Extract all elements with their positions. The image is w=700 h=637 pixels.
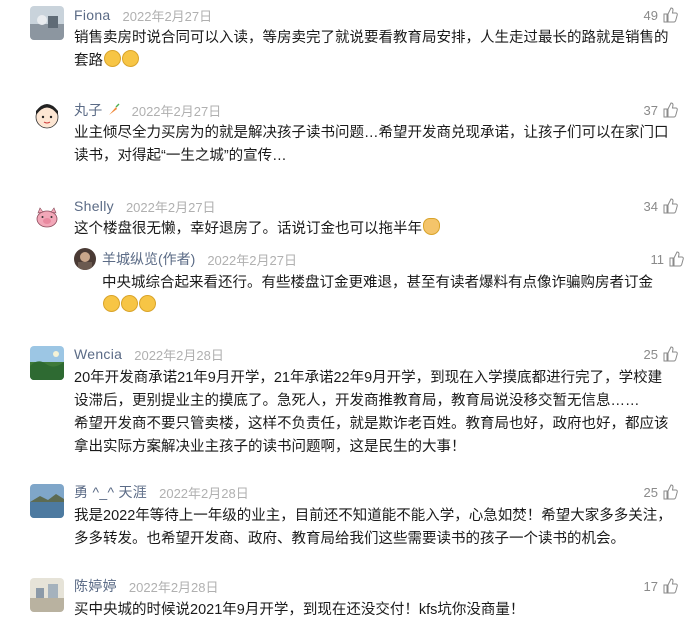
like-button[interactable]: 25: [644, 482, 678, 502]
reply-header: 羊城纵览(作者) 2022年2月27日: [102, 249, 297, 269]
comment-date: 2022年2月27日: [122, 8, 213, 24]
thumbs-up-icon: [663, 578, 678, 594]
comment-text: 买中央城的时候说2021年9月开学，到现在还没交付！kfs坑你没商量！: [74, 602, 525, 618]
laugh-cry-emoji-icon: [121, 295, 138, 312]
avatar[interactable]: [30, 484, 64, 518]
carrot-icon: [108, 103, 120, 115]
username[interactable]: 丸子: [74, 100, 103, 120]
like-button[interactable]: 34: [644, 196, 678, 216]
comment-date: 2022年2月28日: [134, 347, 224, 363]
comment-body: 销售卖房时说合同可以入读，等房卖完了就说要看教育局安排，人生走过最长的路就是销售…: [74, 30, 669, 69]
username[interactable]: 勇 ^_^ 天涯: [74, 482, 147, 502]
laugh-cry-emoji-icon: [103, 295, 120, 312]
reply-username[interactable]: 羊城纵览(作者): [102, 249, 195, 269]
reply-text: 中央城综合起来看还行。有些楼盘订金更难退，甚至有读者爆料有点像诈骗购房者订金: [102, 272, 662, 318]
comment-text: 20年开发商承诺21年9月开学，21年承诺22年9月开学，到现在入学摸底都进行完…: [74, 370, 669, 455]
comment-header: 勇 ^_^ 天涯 2022年2月28日: [74, 482, 249, 502]
avatar[interactable]: [30, 200, 64, 234]
like-button[interactable]: 49: [644, 5, 678, 25]
like-count: 17: [643, 578, 658, 594]
awkward-emoji-icon: [122, 50, 139, 67]
thumbs-up-icon: [663, 484, 678, 500]
like-button[interactable]: 17: [644, 576, 678, 596]
avatar[interactable]: [30, 346, 64, 380]
cat-emoji-icon: [423, 218, 440, 235]
username[interactable]: Shelly: [74, 198, 114, 214]
like-count: 25: [643, 346, 658, 362]
comment-header: Fiona 2022年2月27日: [74, 5, 212, 25]
comment-body: 这个楼盘很无懒，幸好退房了。话说订金也可以拖半年: [74, 221, 422, 237]
laugh-cry-emoji-icon: [139, 295, 156, 312]
thumbs-up-icon: [669, 251, 684, 267]
comment-header: 丸子 2022年2月27日: [74, 100, 221, 120]
comment-header: Wencia 2022年2月28日: [74, 344, 224, 364]
thumbs-up-icon: [663, 346, 678, 362]
reply-body: 中央城综合起来看还行。有些楼盘订金更难退，甚至有读者爆料有点像诈骗购房者订金: [102, 275, 653, 291]
reply-like-button[interactable]: 11: [651, 249, 685, 269]
thumbs-up-icon: [663, 198, 678, 214]
like-count: 25: [643, 484, 658, 500]
like-button[interactable]: 25: [644, 344, 678, 364]
like-button[interactable]: 37: [644, 100, 678, 120]
reply-like-count: 11: [650, 251, 665, 267]
comment-text: 我是2022年等待上一年级的业主，目前还不知道能不能入学，心急如焚！希望大家多多…: [74, 508, 672, 547]
comment-text: 业主倾尽全力买房为的就是解决孩子读书问题…希望开发商兑现承诺，让孩子们可以在家门…: [74, 125, 669, 164]
reply-date: 2022年2月27日: [207, 252, 297, 268]
comment-date: 2022年2月27日: [131, 103, 222, 119]
awkward-emoji-icon: [104, 50, 121, 67]
comment-text: 这个楼盘很无懒，幸好退房了。话说订金也可以拖半年: [74, 218, 674, 241]
avatar[interactable]: [30, 578, 64, 612]
comment-date: 2022年2月28日: [128, 579, 219, 595]
comment-date: 2022年2月27日: [125, 199, 216, 215]
comment-text: 销售卖房时说合同可以入读，等房卖完了就说要看教育局安排，人生走过最长的路就是销售…: [74, 27, 674, 73]
comment-header: 陈婷婷 2022年2月28日: [74, 576, 219, 596]
avatar[interactable]: [30, 98, 64, 132]
thumbs-up-icon: [663, 7, 678, 23]
thumbs-up-icon: [663, 102, 678, 118]
comment-feed: Fiona 2022年2月27日 49 销售卖房时说合同可以入读，等房卖完了就说…: [0, 0, 700, 637]
avatar[interactable]: [30, 6, 64, 40]
like-count: 34: [643, 198, 658, 214]
comment-date: 2022年2月28日: [159, 485, 249, 501]
username[interactable]: Wencia: [74, 346, 122, 362]
reply-avatar[interactable]: [74, 248, 96, 270]
username[interactable]: 陈婷婷: [74, 576, 117, 596]
like-count: 37: [643, 102, 658, 118]
like-count: 49: [643, 7, 658, 23]
comment-header: Shelly 2022年2月27日: [74, 196, 216, 216]
username[interactable]: Fiona: [74, 7, 111, 23]
